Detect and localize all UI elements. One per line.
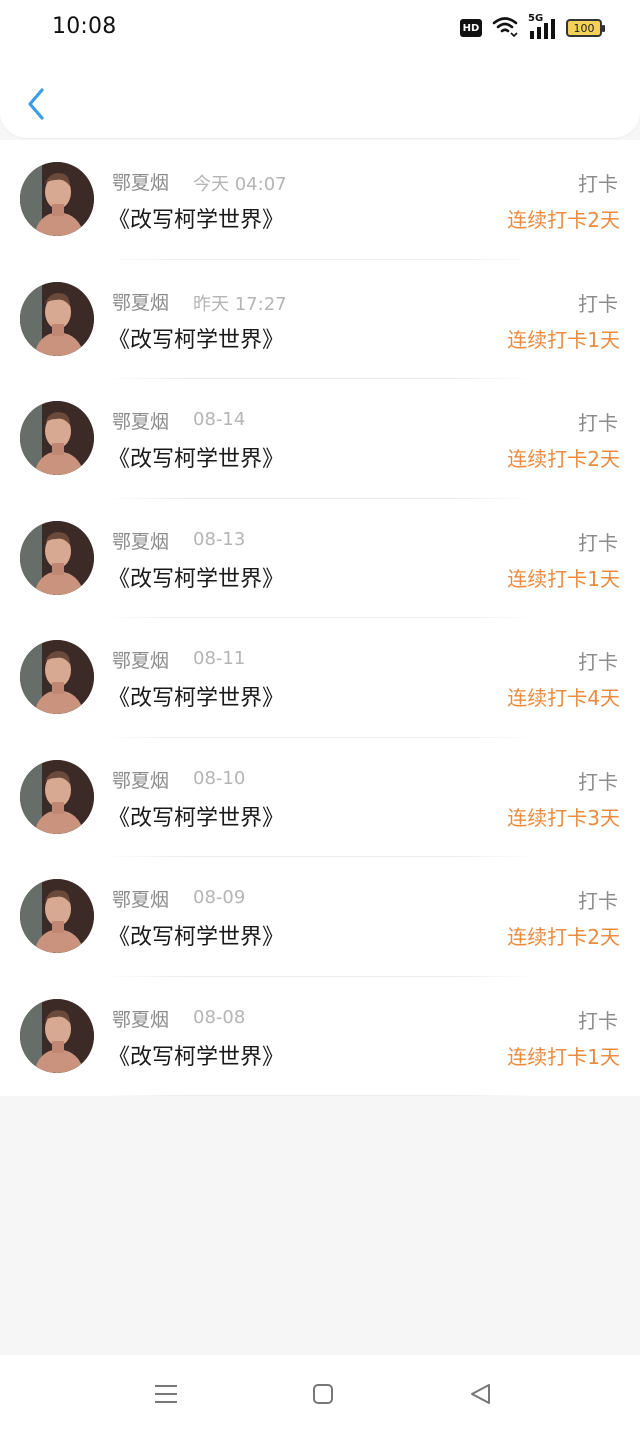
checkin-label: 打卡 (578, 530, 618, 555)
wifi-icon (492, 15, 518, 41)
home-square-icon (313, 1384, 333, 1404)
avatar[interactable] (20, 520, 94, 595)
streak-days: 连续打卡1天 (507, 327, 620, 352)
status-bar: 10:08 HD 5G 100 (0, 0, 640, 58)
streak-days: 连续打卡2天 (507, 925, 620, 949)
streak-days: 连续打卡3天 (507, 805, 620, 830)
book-title[interactable]: 《改写柯学世界》 (108, 322, 284, 354)
checkin-time: 08-09 (193, 887, 246, 908)
nav-back-button[interactable] (465, 1379, 495, 1409)
checkin-time: 昨天 17:27 (193, 293, 287, 315)
book-title[interactable]: 《改写柯学世界》 (108, 680, 284, 712)
avatar[interactable] (20, 162, 94, 236)
checkin-label: 打卡 (578, 889, 618, 913)
system-nav-bar (0, 1355, 640, 1433)
row-divider (100, 1095, 540, 1096)
checkin-label: 打卡 (578, 411, 618, 435)
checkin-record-row[interactable]: 鄂夏烟 08-11 《改写柯学世界》 打卡 连续打卡4天 (0, 618, 640, 738)
avatar[interactable] (20, 998, 94, 1073)
menu-icon (155, 1385, 177, 1403)
book-title[interactable]: 《改写柯学世界》 (108, 800, 284, 832)
user-name: 鄂夏烟 (112, 291, 170, 314)
menu-button[interactable] (151, 1379, 181, 1409)
header: 10:08 HD 5G 100 (0, 0, 640, 138)
back-triangle-icon (471, 1384, 490, 1404)
book-title[interactable]: 《改写柯学世界》 (108, 441, 284, 473)
checkin-record-row[interactable]: 鄂夏烟 08-09 《改写柯学世界》 打卡 连续打卡2天 (0, 857, 640, 977)
checkin-time: 08-08 (193, 1006, 246, 1028)
status-icons: HD 5G 100 (460, 13, 605, 41)
avatar[interactable] (20, 759, 94, 834)
user-name: 鄂夏烟 (112, 530, 170, 553)
avatar[interactable] (20, 640, 94, 714)
user-name: 鄂夏烟 (112, 172, 170, 194)
hd-badge: HD (460, 19, 482, 37)
user-name: 鄂夏烟 (112, 889, 170, 911)
streak-days: 连续打卡2天 (507, 447, 620, 471)
checkin-record-row[interactable]: 鄂夏烟 昨天 17:27 《改写柯学世界》 打卡 连续打卡1天 (0, 259, 640, 379)
home-button[interactable] (308, 1379, 338, 1409)
chevron-left-icon (28, 88, 44, 120)
streak-days: 连续打卡1天 (507, 566, 620, 591)
checkin-label: 打卡 (578, 1008, 618, 1033)
checkin-label: 打卡 (578, 769, 618, 794)
checkin-label: 打卡 (578, 172, 618, 196)
checkin-time: 08-10 (193, 767, 246, 789)
avatar[interactable] (20, 879, 94, 953)
battery-icon: 100 (566, 19, 605, 37)
book-title[interactable]: 《改写柯学世界》 (108, 919, 284, 951)
avatar[interactable] (20, 281, 94, 356)
checkin-record-row[interactable]: 鄂夏烟 08-10 《改写柯学世界》 打卡 连续打卡3天 (0, 737, 640, 857)
user-name: 鄂夏烟 (112, 769, 170, 792)
back-button[interactable] (20, 84, 52, 124)
book-title[interactable]: 《改写柯学世界》 (108, 561, 284, 593)
user-name: 鄂夏烟 (112, 1008, 170, 1031)
checkin-record-list: 鄂夏烟 今天 04:07 《改写柯学世界》 打卡 连续打卡2天 鄂夏烟 昨天 1… (0, 140, 640, 1096)
user-name: 鄂夏烟 (112, 650, 170, 672)
signal-5g-icon: 5G (528, 13, 556, 39)
streak-days: 连续打卡4天 (507, 686, 620, 710)
checkin-label: 打卡 (578, 291, 618, 316)
checkin-time: 08-11 (193, 648, 246, 669)
streak-days: 连续打卡2天 (507, 208, 620, 232)
checkin-record-row[interactable]: 鄂夏烟 08-13 《改写柯学世界》 打卡 连续打卡1天 (0, 498, 640, 618)
streak-days: 连续打卡1天 (507, 1044, 620, 1069)
checkin-time: 今天 04:07 (193, 174, 287, 195)
checkin-time: 08-13 (193, 528, 246, 550)
checkin-record-row[interactable]: 鄂夏烟 08-08 《改写柯学世界》 打卡 连续打卡1天 (0, 976, 640, 1096)
checkin-record-row[interactable]: 鄂夏烟 08-14 《改写柯学世界》 打卡 连续打卡2天 (0, 379, 640, 499)
book-title[interactable]: 《改写柯学世界》 (108, 202, 284, 234)
checkin-label: 打卡 (578, 650, 618, 674)
checkin-record-row[interactable]: 鄂夏烟 今天 04:07 《改写柯学世界》 打卡 连续打卡2天 (0, 140, 640, 260)
status-time: 10:08 (52, 14, 117, 39)
book-title[interactable]: 《改写柯学世界》 (108, 1039, 284, 1071)
avatar[interactable] (20, 401, 94, 475)
checkin-time: 08-14 (193, 409, 246, 430)
user-name: 鄂夏烟 (112, 411, 170, 433)
